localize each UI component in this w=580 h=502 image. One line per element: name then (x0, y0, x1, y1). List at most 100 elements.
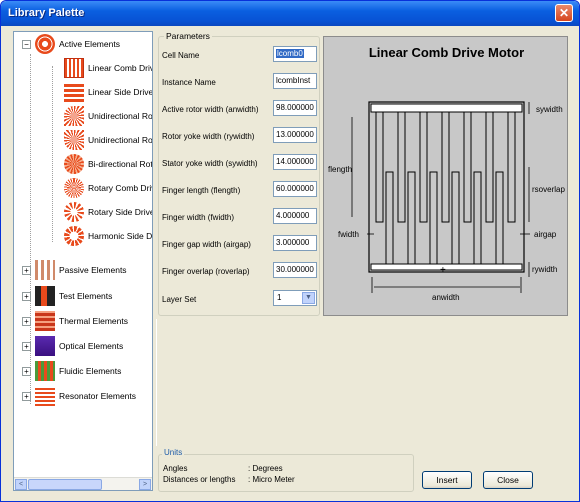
tree-item-linear-comb-drive[interactable]: Linear Comb Drive (64, 56, 152, 80)
finger-length-input[interactable]: 60.000000 (273, 181, 317, 197)
window-title: Library Palette (8, 7, 85, 19)
tree-category-resonator-elements[interactable]: + Resonator Elements (22, 384, 136, 408)
tree-item-linear-side-drive[interactable]: Linear Side Drive I (64, 80, 153, 104)
rotary-comb-drive-icon (64, 178, 84, 198)
tree-label: Harmonic Side Dri (88, 231, 153, 241)
tree-category-fluidic-elements[interactable]: + Fluidic Elements (22, 359, 121, 383)
scroll-left-button[interactable]: < (15, 479, 27, 490)
tree-label: Rotary Comb Drive (88, 183, 152, 193)
distances-value: : Micro Meter (248, 475, 295, 484)
unidirectional-rotary-icon (64, 106, 84, 126)
library-palette-window: Library Palette ✕ − Active Elements Line… (0, 0, 580, 502)
tree-label: Optical Elements (59, 341, 124, 351)
tree-item-bidirectional-rotary[interactable]: Bi-directional Rota (64, 152, 153, 176)
optical-elements-icon (35, 336, 55, 356)
cell-name-value: lcomb0 (276, 49, 304, 58)
expand-icon[interactable]: + (22, 316, 31, 326)
chevron-down-icon[interactable]: ▼ (302, 292, 315, 304)
scroll-right-button[interactable]: > (139, 479, 151, 490)
active-elements-icon (35, 34, 55, 54)
element-tree[interactable]: − Active Elements Linear Comb Drive Line… (13, 31, 153, 491)
angles-label: Angles (163, 464, 188, 473)
expand-icon[interactable]: + (22, 265, 31, 275)
scroll-thumb[interactable] (28, 479, 102, 490)
cell-name-label: Cell Name (162, 51, 200, 60)
units-legend: Units (162, 448, 185, 457)
bidirectional-rotary-icon (64, 154, 84, 174)
tree-label: Passive Elements (59, 265, 127, 275)
active-rotor-width-label: Active rotor width (anwidth) (162, 105, 259, 114)
anwidth-label: anwidth (432, 293, 460, 302)
rotor-yoke-width-input[interactable]: 13.000000 (273, 127, 317, 143)
tree-item-unidirectional-rotary-2[interactable]: Unidirectional Rot (64, 128, 153, 152)
tree-item-rotary-side-drive[interactable]: Rotary Side Drive (64, 200, 153, 224)
fluidic-elements-icon (35, 361, 55, 381)
rotor-yoke (370, 263, 523, 271)
rywidth-label: rywidth (532, 265, 558, 274)
thermal-elements-icon (35, 311, 55, 331)
lower-blank-panel (156, 319, 569, 446)
rotor-fingers (385, 171, 504, 265)
fwidth-label: fwidth (338, 230, 359, 239)
finger-gap-width-input[interactable]: 3.000000 (273, 235, 317, 251)
linear-comb-drive-icon (64, 58, 84, 78)
collapse-icon[interactable]: − (22, 39, 31, 49)
instance-name-label: Instance Name (162, 78, 216, 87)
layer-set-select[interactable]: 1 ▼ (273, 290, 317, 306)
tree-label: Thermal Elements (59, 316, 128, 326)
tree-category-test-elements[interactable]: + Test Elements (22, 284, 112, 308)
tree-label: Rotary Side Drive (88, 207, 153, 217)
diagram-panel: Linear Comb Drive Motor sywidth flength … (323, 36, 568, 316)
harmonic-side-drive-icon (64, 226, 84, 246)
rsoverlap-label: rsoverlap (532, 185, 565, 194)
stator-frame (368, 101, 525, 273)
tree-category-thermal-elements[interactable]: + Thermal Elements (22, 309, 128, 333)
layer-set-value: 1 (277, 293, 282, 302)
tree-category-passive-elements[interactable]: + Passive Elements (22, 258, 127, 282)
test-elements-icon (35, 286, 55, 306)
stator-yoke-width-input[interactable]: 14.000000 (273, 154, 317, 170)
tree-label: Linear Comb Drive (88, 63, 152, 73)
tree-label: Linear Side Drive I (88, 87, 153, 97)
window-close-button[interactable]: ✕ (555, 4, 573, 22)
tree-label: Unidirectional Rot (88, 135, 153, 145)
close-button[interactable]: Close (483, 471, 533, 489)
expand-icon[interactable]: + (22, 366, 31, 376)
flength-label: flength (328, 165, 353, 174)
angles-value: : Degrees (248, 464, 283, 473)
stator-yoke-width-label: Stator yoke width (sywidth) (162, 159, 258, 168)
finger-gap-width-label: Finger gap width (airgap) (162, 240, 251, 249)
active-rotor-width-input[interactable]: 98.000000 (273, 100, 317, 116)
title-bar[interactable]: Library Palette ✕ (1, 1, 579, 26)
units-group (158, 454, 414, 492)
tree-label: Resonator Elements (59, 391, 137, 401)
layer-set-label: Layer Set (162, 295, 197, 304)
sywidth-label: sywidth (536, 105, 563, 114)
tree-item-rotary-comb-drive[interactable]: Rotary Comb Drive (64, 176, 152, 200)
finger-width-input[interactable]: 4.000000 (273, 208, 317, 224)
unidirectional-rotary-icon (64, 130, 84, 150)
finger-length-label: Finger length (flength) (162, 186, 241, 195)
comb-drive-diagram (351, 101, 530, 293)
tree-label: Test Elements (59, 291, 113, 301)
insert-button[interactable]: Insert (422, 471, 472, 489)
tree-category-active-elements[interactable]: − Active Elements (22, 32, 120, 56)
rotor-yoke-width-label: Rotor yoke width (rywidth) (162, 132, 255, 141)
finger-overlap-input[interactable]: 30.000000 (273, 262, 317, 278)
tree-label: Bi-directional Rota (88, 159, 153, 169)
tree-item-harmonic-side-drive[interactable]: Harmonic Side Dri (64, 224, 153, 248)
instance-name-input[interactable]: lcombInst (273, 73, 317, 89)
cell-name-input[interactable]: lcomb0 (273, 46, 317, 62)
expand-icon[interactable]: + (22, 341, 31, 351)
finger-overlap-label: Finger overlap (roverlap) (162, 267, 250, 276)
tree-label: Fluidic Elements (59, 366, 122, 376)
passive-elements-icon (35, 260, 55, 280)
expand-icon[interactable]: + (22, 291, 31, 301)
expand-icon[interactable]: + (22, 391, 31, 401)
tree-category-optical-elements[interactable]: + Optical Elements (22, 334, 123, 358)
tree-item-unidirectional-rotary-1[interactable]: Unidirectional Rot (64, 104, 152, 128)
stator-yoke (370, 103, 523, 113)
tree-horizontal-scrollbar[interactable]: < > (14, 477, 152, 490)
stator-fingers (375, 111, 516, 223)
airgap-label: airgap (534, 230, 557, 239)
